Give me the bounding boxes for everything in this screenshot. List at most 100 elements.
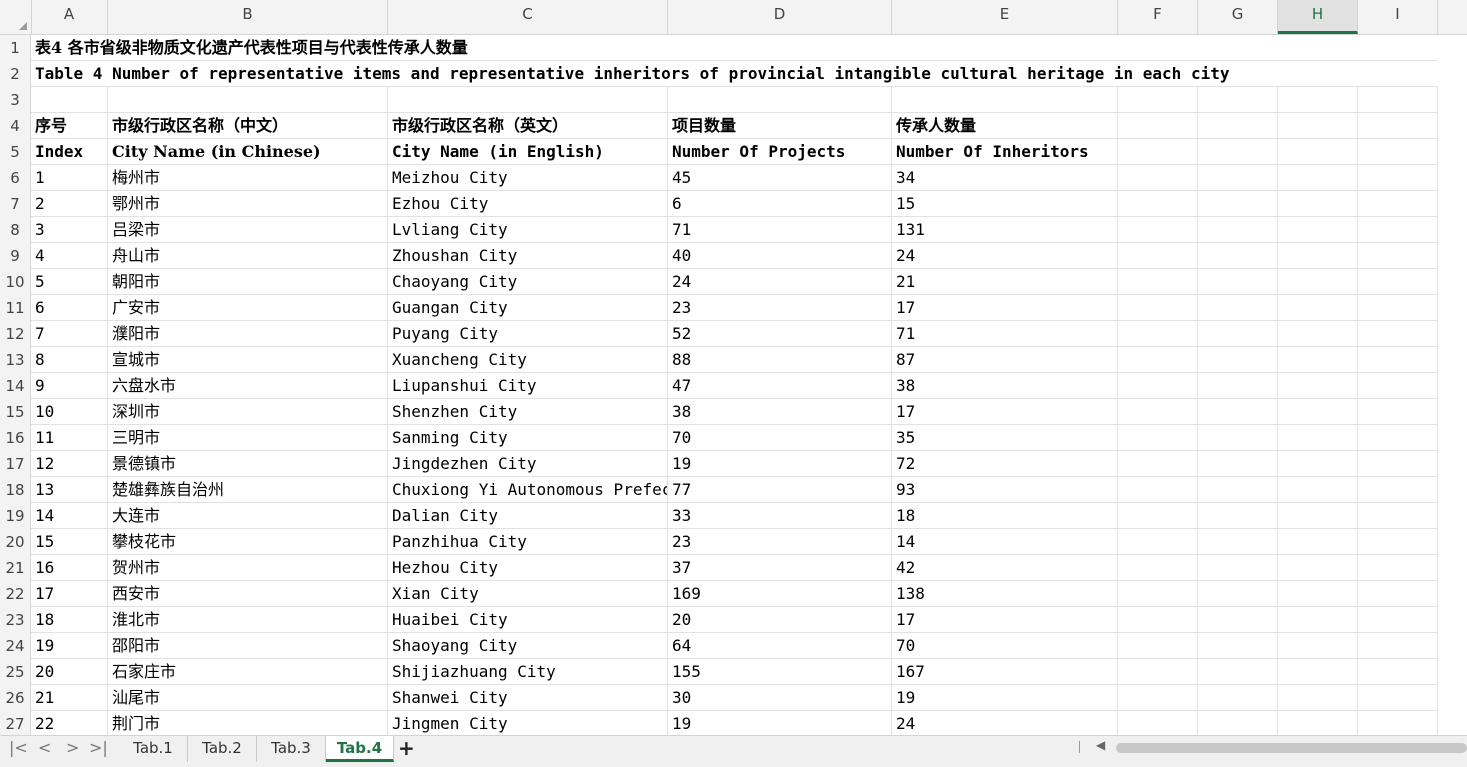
cell-g10[interactable] [1198, 269, 1278, 295]
cell-c1[interactable] [388, 35, 668, 61]
scroll-left-icon[interactable]: ◀ [1096, 738, 1105, 752]
cell-h2[interactable] [1278, 61, 1358, 87]
cell-c6[interactable]: Meizhou City [388, 165, 668, 191]
cell-d20[interactable]: 23 [668, 529, 892, 555]
cell-d19[interactable]: 33 [668, 503, 892, 529]
cell-h15[interactable] [1278, 399, 1358, 425]
cell-i21[interactable] [1358, 555, 1438, 581]
cell-i25[interactable] [1358, 659, 1438, 685]
cell-a17[interactable]: 12 [31, 451, 108, 477]
cell-h8[interactable] [1278, 217, 1358, 243]
spreadsheet-grid[interactable]: ABCDEFGHI 1 2 3 4 5 6 7 8 9 10 11 12 13 14 15 16 17 18 19 2… [0, 0, 1467, 735]
column-header-d[interactable]: D [668, 0, 892, 34]
cell-f16[interactable] [1118, 425, 1198, 451]
cell-d15[interactable]: 38 [668, 399, 892, 425]
row-header[interactable]: 3 [0, 87, 31, 113]
cell-g22[interactable] [1198, 581, 1278, 607]
row-header[interactable]: 18 [0, 477, 31, 503]
cell-a16[interactable]: 11 [31, 425, 108, 451]
cell-f11[interactable] [1118, 295, 1198, 321]
cell-i14[interactable] [1358, 373, 1438, 399]
cell-g13[interactable] [1198, 347, 1278, 373]
cell-c25[interactable]: Shijiazhuang City [388, 659, 668, 685]
cell-a9[interactable]: 4 [31, 243, 108, 269]
cell-a7[interactable]: 2 [31, 191, 108, 217]
row-header[interactable]: 8 [0, 217, 31, 243]
row-header[interactable]: 6 [0, 165, 31, 191]
cell-i4[interactable] [1358, 113, 1438, 139]
cell-f7[interactable] [1118, 191, 1198, 217]
row-header[interactable]: 2 [0, 61, 31, 87]
cell-i20[interactable] [1358, 529, 1438, 555]
cell-c24[interactable]: Shaoyang City [388, 633, 668, 659]
row-header[interactable]: 23 [0, 607, 31, 633]
cell-i11[interactable] [1358, 295, 1438, 321]
cell-d5[interactable]: Number Of Projects [668, 139, 892, 165]
cell-h27[interactable] [1278, 711, 1358, 735]
cell-e9[interactable]: 24 [892, 243, 1118, 269]
row-header[interactable]: 22 [0, 581, 31, 607]
cell-i17[interactable] [1358, 451, 1438, 477]
cell-g8[interactable] [1198, 217, 1278, 243]
cell-d11[interactable]: 23 [668, 295, 892, 321]
cell-b12[interactable]: 濮阳市 [108, 321, 388, 347]
cell-d16[interactable]: 70 [668, 425, 892, 451]
cell-a25[interactable]: 20 [31, 659, 108, 685]
cell-a8[interactable]: 3 [31, 217, 108, 243]
cell-g25[interactable] [1198, 659, 1278, 685]
cell-e21[interactable]: 42 [892, 555, 1118, 581]
cell-b11[interactable]: 广安市 [108, 295, 388, 321]
cell-f5[interactable] [1118, 139, 1198, 165]
cell-d26[interactable]: 30 [668, 685, 892, 711]
cell-c27[interactable]: Jingmen City [388, 711, 668, 735]
cell-e2[interactable] [892, 61, 1118, 87]
cell-d6[interactable]: 45 [668, 165, 892, 191]
cell-d24[interactable]: 64 [668, 633, 892, 659]
cell-f25[interactable] [1118, 659, 1198, 685]
cell-h25[interactable] [1278, 659, 1358, 685]
cell-i8[interactable] [1358, 217, 1438, 243]
row-header[interactable]: 4 [0, 113, 31, 139]
cell-b14[interactable]: 六盘水市 [108, 373, 388, 399]
cell-e18[interactable]: 93 [892, 477, 1118, 503]
cell-f3[interactable] [1118, 87, 1198, 113]
cell-d18[interactable]: 77 [668, 477, 892, 503]
cell-h17[interactable] [1278, 451, 1358, 477]
cell-d9[interactable]: 40 [668, 243, 892, 269]
cell-i2[interactable] [1358, 61, 1438, 87]
cell-h7[interactable] [1278, 191, 1358, 217]
cell-a10[interactable]: 5 [31, 269, 108, 295]
cell-b6[interactable]: 梅州市 [108, 165, 388, 191]
cell-f13[interactable] [1118, 347, 1198, 373]
cell-e10[interactable]: 21 [892, 269, 1118, 295]
cell-a1[interactable]: 表4 各市省级非物质文化遗产代表性项目与代表性传承人数量 [31, 35, 468, 61]
cell-g6[interactable] [1198, 165, 1278, 191]
cell-e1[interactable] [892, 35, 1118, 61]
cell-g7[interactable] [1198, 191, 1278, 217]
cell-c14[interactable]: Liupanshui City [388, 373, 668, 399]
row-header[interactable]: 13 [0, 347, 31, 373]
cell-d22[interactable]: 169 [668, 581, 892, 607]
cell-b19[interactable]: 大连市 [108, 503, 388, 529]
cell-e7[interactable]: 15 [892, 191, 1118, 217]
cell-f4[interactable] [1118, 113, 1198, 139]
cell-c12[interactable]: Puyang City [388, 321, 668, 347]
cell-h26[interactable] [1278, 685, 1358, 711]
cell-a26[interactable]: 21 [31, 685, 108, 711]
cell-f24[interactable] [1118, 633, 1198, 659]
cell-h5[interactable] [1278, 139, 1358, 165]
add-sheet-button[interactable]: + [398, 736, 415, 760]
sheet-tab-4[interactable]: Tab.4 [326, 736, 394, 762]
cell-e5[interactable]: Number Of Inheritors [892, 139, 1118, 165]
cell-c20[interactable]: Panzhihua City [388, 529, 668, 555]
row-header[interactable]: 5 [0, 139, 31, 165]
cell-e23[interactable]: 17 [892, 607, 1118, 633]
cell-f14[interactable] [1118, 373, 1198, 399]
cell-h14[interactable] [1278, 373, 1358, 399]
cell-f15[interactable] [1118, 399, 1198, 425]
cell-e27[interactable]: 24 [892, 711, 1118, 735]
cell-e26[interactable]: 19 [892, 685, 1118, 711]
select-all-corner[interactable] [0, 0, 32, 34]
cell-g16[interactable] [1198, 425, 1278, 451]
cell-h13[interactable] [1278, 347, 1358, 373]
